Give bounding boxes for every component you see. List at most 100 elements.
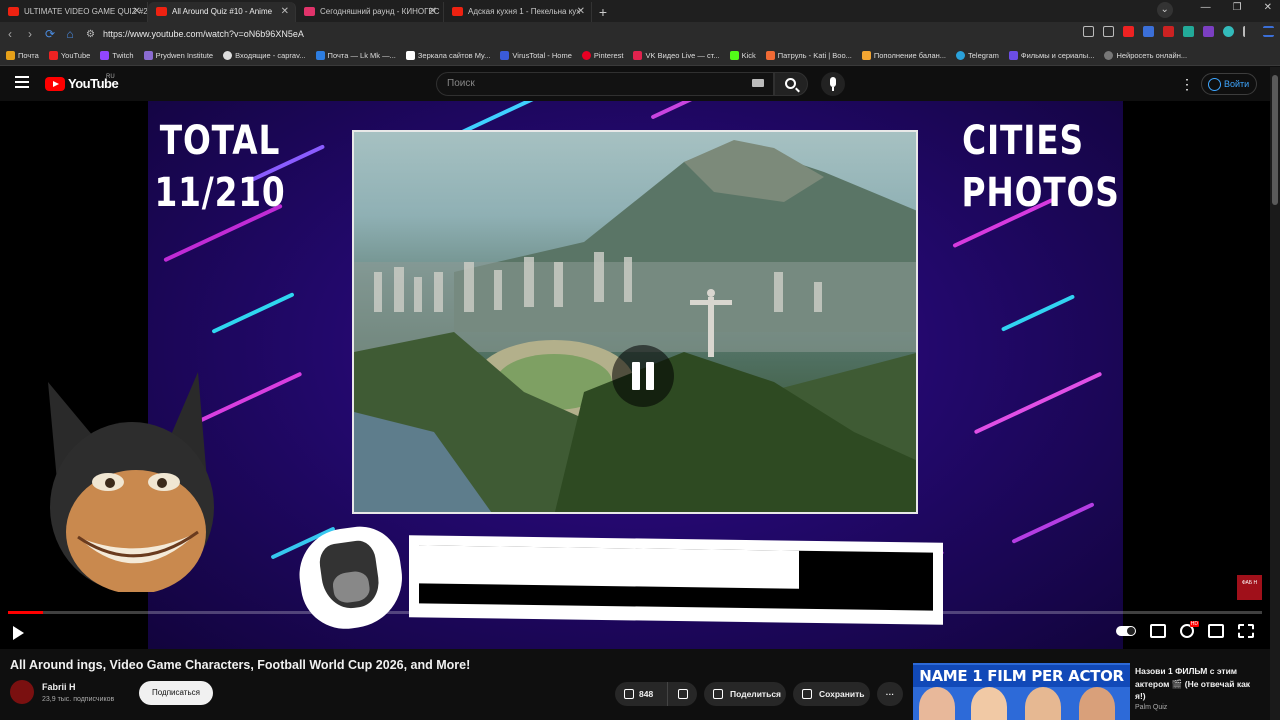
bookmark-item[interactable]: Фильмы и сериалы... [1008,51,1094,60]
virustotal-icon [500,51,510,60]
close-window-icon[interactable]: ✕ [1264,2,1272,18]
thumbs-down-icon [678,689,688,699]
install-app-icon[interactable] [1083,26,1094,37]
bookmark-icon[interactable] [1103,26,1114,37]
bookmarks-bar: Почта YouTube Twitch Prydwen Institute В… [0,46,1280,66]
search-button[interactable] [774,72,808,96]
maximize-icon[interactable]: ❐ [1233,2,1242,18]
search-input[interactable]: Поиск [436,72,774,96]
back-icon[interactable]: ‹ [0,27,20,41]
page-scrollbar[interactable] [1270,67,1280,720]
browser-tab-bar: ULTIMATE VIDEO GAME QUIZ #2 ✕ All Around … [0,0,1280,22]
category-label: CITIES PHOTOS [961,118,1120,216]
progress-bar[interactable] [8,611,1262,614]
sidebar-icon[interactable] [1243,26,1254,37]
decor-streak [1011,502,1095,544]
decor-streak [211,292,295,334]
bookmark-item[interactable]: Twitch [100,51,134,60]
bookmark-item[interactable]: VK Видео Live — ст... [633,51,720,60]
player-right-controls: HD [1116,621,1254,638]
actor-face-image [919,687,955,720]
subscribe-button[interactable]: Подписаться [139,681,213,705]
share-button[interactable]: Поделиться [704,682,786,706]
video-title: All Around ings, Video Game Characters, … [10,658,471,672]
labs-icon[interactable] [1183,26,1194,37]
new-tab-icon[interactable]: + [592,2,614,22]
progress-played [8,611,44,614]
bookmark-item[interactable]: Входящие - caprav... [223,51,306,60]
recommended-channel-name: Palm Quiz [1135,704,1168,711]
hd-badge: HD [1189,621,1199,627]
recommended-video-thumbnail[interactable]: NAME 1 FILM PER ACTOR [913,663,1130,720]
url-field[interactable]: ⚙ https://www.youtube.com/watch?v=oN6b96… [86,29,304,40]
boosty-icon [765,51,775,60]
bookmark-item[interactable]: Почта — Lk Mk —... [315,51,396,60]
decor-streak [1000,294,1076,332]
save-button[interactable]: Сохранить [793,682,870,706]
pause-icon[interactable] [612,345,674,407]
bookmark-item[interactable]: Prydwen Institute [143,51,213,60]
video-frame: TOTAL 11/210 CITIES PHOTOS [148,101,1123,649]
fullscreen-icon[interactable] [1238,624,1254,638]
browser-tab-active[interactable]: All Around Quiz #10 - Anime ✕ [148,2,296,22]
decor-streak [650,101,716,120]
bookmark-item[interactable]: Telegram [956,51,999,60]
channel-avatar[interactable] [10,680,34,704]
youtube-favicon-icon [8,7,19,16]
voice-search-icon[interactable] [821,72,845,96]
channel-name[interactable]: Fabrii H [42,682,76,692]
like-button[interactable]: 848 [615,682,667,706]
bookmark-item[interactable]: Зеркала сайтов My... [405,51,490,60]
theater-mode-icon[interactable] [1208,624,1224,638]
close-tab-icon[interactable]: ✕ [281,2,289,22]
close-tab-icon[interactable]: ✕ [577,2,585,22]
menu-icon[interactable] [1263,26,1274,37]
subscriber-count: 23,9 тыс. подписчиков [42,696,115,703]
extension-icon[interactable] [1163,26,1174,37]
extension-icon[interactable] [1143,26,1154,37]
hamburger-menu-icon[interactable] [15,76,29,90]
forward-icon[interactable]: › [20,27,40,41]
player-controls: HD [0,607,1270,649]
bookmark-item[interactable]: Нейросеть онлайн... [1104,51,1187,60]
reload-icon[interactable]: ⟳ [40,27,60,41]
minimize-icon[interactable]: — [1201,2,1211,18]
bookmark-item[interactable]: Kick [729,51,756,60]
browser-tab[interactable]: Сегодняшний раунд - КИНОГЕС ✕ [296,2,444,22]
score-label: TOTAL 11/210 [154,118,286,216]
mail-icon [315,51,325,60]
dislike-button[interactable] [667,682,697,706]
scrollbar-thumb[interactable] [1272,75,1278,205]
close-tab-icon[interactable]: ✕ [133,2,141,22]
settings-gear-icon[interactable]: HD [1180,621,1199,638]
tab-search-icon[interactable]: ⌄ [1156,2,1173,18]
bookmark-item[interactable]: Почта [6,51,39,60]
channel-watermark[interactable]: ФАБ Н [1237,575,1262,600]
play-icon[interactable] [13,626,24,640]
more-actions-button[interactable]: ··· [877,682,903,706]
recommended-video-title[interactable]: Назови 1 ФИЛЬМ с этим актером 🎬 (Не отве… [1135,665,1263,703]
share-icon [713,689,723,699]
close-tab-icon[interactable]: ✕ [429,2,437,22]
bookmark-item[interactable]: Пополнение балан... [861,51,946,60]
bookmark-item[interactable]: VirusTotal - Home [500,51,572,60]
keyboard-icon[interactable] [752,79,764,87]
prydwen-icon [143,51,153,60]
bookmark-item[interactable]: Pinterest [581,51,623,60]
home-icon[interactable]: ⌂ [60,27,80,41]
site-info-icon[interactable]: ⚙ [86,29,95,40]
autoplay-toggle[interactable] [1116,626,1136,636]
bookmark-item[interactable]: YouTube [48,51,90,60]
extension-icon[interactable] [1203,26,1214,37]
settings-menu-icon[interactable]: ⋮ [1180,77,1194,91]
subtitles-icon[interactable] [1150,624,1166,638]
bookmark-item[interactable]: Патруль - Kati | Boo... [765,51,852,60]
youtube-logo[interactable]: YouTube RU [45,74,119,91]
profile-icon[interactable] [1223,26,1234,37]
signin-button[interactable]: Войти [1201,73,1257,95]
site-icon [405,51,415,60]
browser-tab[interactable]: ULTIMATE VIDEO GAME QUIZ #2 ✕ [0,2,148,22]
actor-face-image [1025,687,1061,720]
extension-icon[interactable] [1123,26,1134,37]
browser-tab[interactable]: Адская кухня 1 - Пекельна кух ✕ [444,2,592,22]
